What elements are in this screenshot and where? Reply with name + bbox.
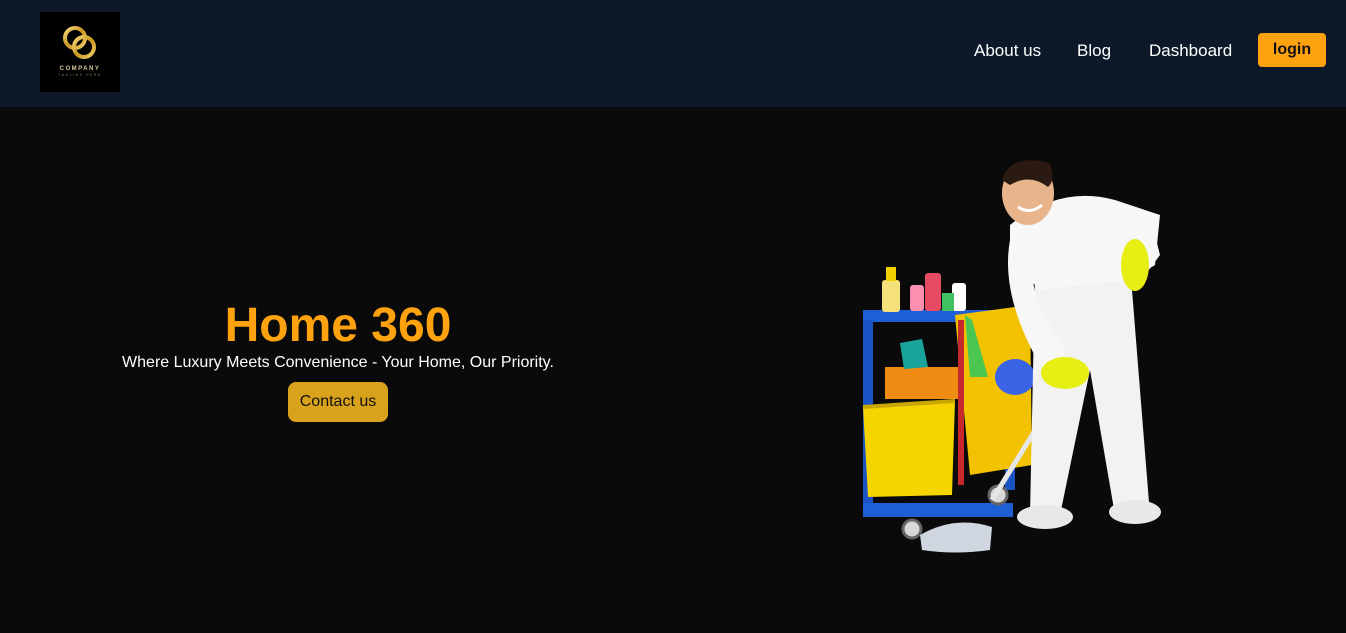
nav-blog-link[interactable]: Blog: [1077, 41, 1111, 61]
cleaner-with-cart-illustration: [862, 160, 1161, 553]
nav-dashboard-link[interactable]: Dashboard: [1149, 41, 1232, 61]
company-logo[interactable]: COMPANY TAGLINE HERE: [40, 12, 120, 92]
navbar: COMPANY TAGLINE HERE About us Blog Dashb…: [0, 0, 1346, 107]
nav-about-link[interactable]: About us: [974, 41, 1041, 61]
logo-tagline: TAGLINE HERE: [58, 73, 102, 77]
contact-us-button[interactable]: Contact us: [288, 382, 388, 422]
logo-text: COMPANY: [59, 66, 101, 72]
hero-subtitle: Where Luxury Meets Convenience - Your Ho…: [122, 354, 554, 371]
hero-title: Home 360: [224, 299, 452, 352]
logo-rings-icon: [63, 26, 96, 59]
login-button[interactable]: login: [1258, 33, 1326, 67]
